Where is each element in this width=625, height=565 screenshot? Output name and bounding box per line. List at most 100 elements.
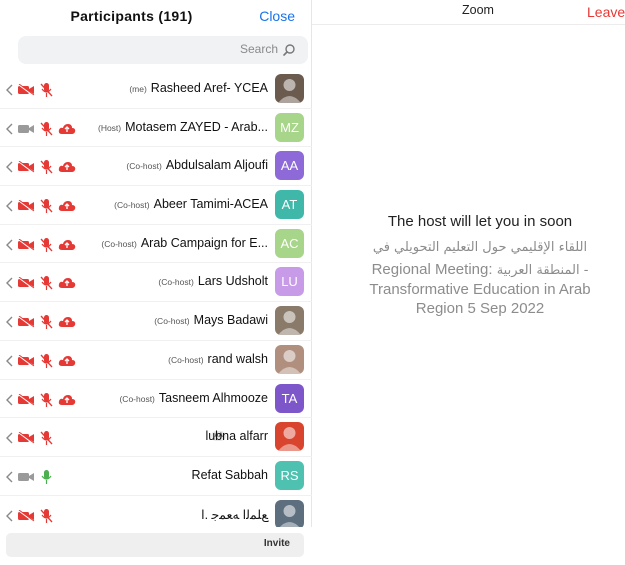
participant-status-icons [6, 121, 81, 137]
avatar: TA [275, 383, 304, 413]
participant-name: Lars Udsholt [197, 274, 268, 289]
participant-row[interactable]: (Co-host) Lars Udsholt LU [0, 263, 312, 303]
chevron-left-icon [6, 277, 13, 289]
participant-status-icons [6, 469, 58, 485]
video-off-icon [17, 238, 35, 251]
participant-name-wrap: lubna alfarr [205, 429, 268, 443]
participant-name: Abeer Tamimi-ACEA [153, 197, 268, 212]
meeting-title-line-3: Transformative Education in Arab [369, 281, 591, 298]
meeting-title-line-2: Regional Meeting: المنطقة العربية - [330, 261, 625, 278]
participant-name: Tasneem Alhmooze [158, 390, 268, 405]
participant-status-icons [6, 430, 58, 446]
cloud-record-icon [58, 278, 76, 289]
participant-name: Mays Badawi [193, 313, 268, 328]
photo-avatar-icon [278, 311, 301, 336]
participant-status-icons [6, 392, 81, 408]
participant-name-wrap: (Co-host) Tasneem Alhmooze [119, 391, 268, 405]
mic-muted-icon [40, 353, 53, 368]
meeting-title-line-4: Region 5 Sep 2022 [415, 300, 545, 317]
participant-status-icons [6, 198, 81, 214]
avatar: AA [275, 151, 304, 181]
participants-header: Participants (191) Close [0, 0, 311, 32]
participant-status-icons [6, 237, 81, 253]
participant-row[interactable]: (Host) Motasem ZAYED - Arab... MZ [0, 109, 312, 148]
chevron-left-icon [6, 432, 13, 444]
participant-name: rand walsh [207, 351, 268, 366]
search-icon [283, 44, 295, 56]
cloud-record-icon [58, 355, 76, 366]
participants-panel: Participants (191) Close Search (me) Rash… [0, 0, 312, 565]
participant-row[interactable]: (Co-host) Abdulsalam Aljoufi AA [0, 147, 312, 187]
participant-name: Motasem ZAYED - Arab... [125, 119, 268, 134]
mic-muted-icon [40, 199, 53, 214]
invite-button[interactable]: Invite [6, 533, 304, 557]
header-divider [312, 24, 625, 25]
leave-button[interactable]: Leave [587, 4, 625, 20]
participant-row[interactable]: (Co-host) Mays Badawi [0, 302, 312, 341]
participant-name-wrap: (Co-host) Lars Udsholt [158, 274, 268, 288]
video-off-icon [17, 200, 35, 213]
participant-row[interactable]: (Co-host) Arab Campaign for E... AC [0, 225, 312, 264]
participant-row[interactable]: (me) Rasheed Aref- YCEA [0, 70, 312, 109]
cloud-record-icon [58, 317, 76, 328]
participant-role: (Co-host) [101, 238, 137, 249]
participant-name-wrap: (me) Rasheed Aref- YCEA [129, 81, 268, 95]
participant-row[interactable]: AA lubna alfarr [0, 418, 312, 457]
photo-avatar-icon [278, 79, 301, 103]
chevron-left-icon [6, 161, 13, 173]
video-on-icon [18, 124, 34, 133]
close-button[interactable]: Close [259, 8, 295, 24]
meeting-title-en-part: Regional Meeting: [371, 261, 493, 278]
participant-status-icons [6, 508, 58, 524]
participant-name-wrap: (Co-host) rand walsh [168, 352, 268, 366]
participant-name: ﻊﻠﻤﻟﺍ ﻪﻌﻤﺟ .ﺍ [201, 507, 268, 522]
participant-status-icons [6, 314, 81, 330]
chevron-left-icon [6, 355, 13, 367]
participant-role: (Co-host) [168, 354, 204, 365]
mic-on-icon [41, 469, 52, 484]
avatar [275, 306, 304, 336]
avatar: RS [275, 460, 304, 490]
avatar [275, 499, 304, 529]
cloud-record-icon [58, 162, 76, 173]
participant-name-wrap: (Host) Motasem ZAYED - Arab... [98, 120, 268, 134]
meeting-title-arabic: اللقاء الإقليمي حول التعليم التحويلي في [372, 240, 588, 255]
participant-name-wrap: (Co-host) Abeer Tamimi-ACEA [114, 197, 268, 211]
video-off-icon [17, 432, 35, 445]
participant-row[interactable]: Refat Sabbah RS [0, 457, 312, 496]
mic-muted-icon [40, 83, 53, 97]
mic-muted-icon [40, 508, 53, 523]
invite-bar: Invite [0, 527, 312, 565]
photo-avatar-icon [278, 427, 301, 452]
participant-name: Arab Campaign for E... [140, 235, 268, 250]
participant-role: (Co-host) [158, 277, 194, 288]
video-off-icon [17, 393, 35, 406]
mic-muted-icon [40, 392, 53, 407]
participant-status-icons [6, 353, 81, 369]
app-title: Zoom [462, 3, 494, 17]
chevron-left-icon [6, 239, 13, 251]
video-on-icon [18, 472, 34, 481]
participant-name-wrap: ﻊﻠﻤﻟﺍ ﻪﻌﻤﺟ .ﺍ [201, 507, 268, 522]
chevron-left-icon [6, 394, 13, 405]
participant-name: Rasheed Aref- YCEA [150, 81, 268, 95]
participant-name-wrap: Refat Sabbah [192, 468, 268, 482]
participant-role: (me) [129, 84, 147, 94]
video-off-icon [17, 84, 35, 96]
avatar [275, 422, 304, 452]
participant-row[interactable]: (Co-host) Tasneem Alhmooze TA [0, 380, 312, 419]
photo-avatar-icon [278, 504, 301, 529]
participant-row[interactable]: (Co-host) rand walsh [0, 341, 312, 380]
participant-name-wrap: (Co-host) Mays Badawi [154, 313, 268, 327]
participant-list: (me) Rasheed Aref- YCEA (Host) Motasem ZAYE… [0, 70, 312, 535]
cloud-record-icon [58, 394, 76, 405]
cloud-record-icon [58, 123, 76, 134]
participant-role: (Host) [97, 122, 122, 133]
avatar: MZ [275, 112, 304, 142]
video-off-icon [17, 316, 35, 329]
chevron-left-icon [6, 200, 13, 212]
participant-row[interactable]: (Co-host) Abeer Tamimi-ACEA AT [0, 186, 312, 225]
mic-muted-icon [40, 431, 53, 446]
search-input[interactable]: Search [18, 36, 308, 64]
chevron-left-icon [6, 123, 13, 135]
